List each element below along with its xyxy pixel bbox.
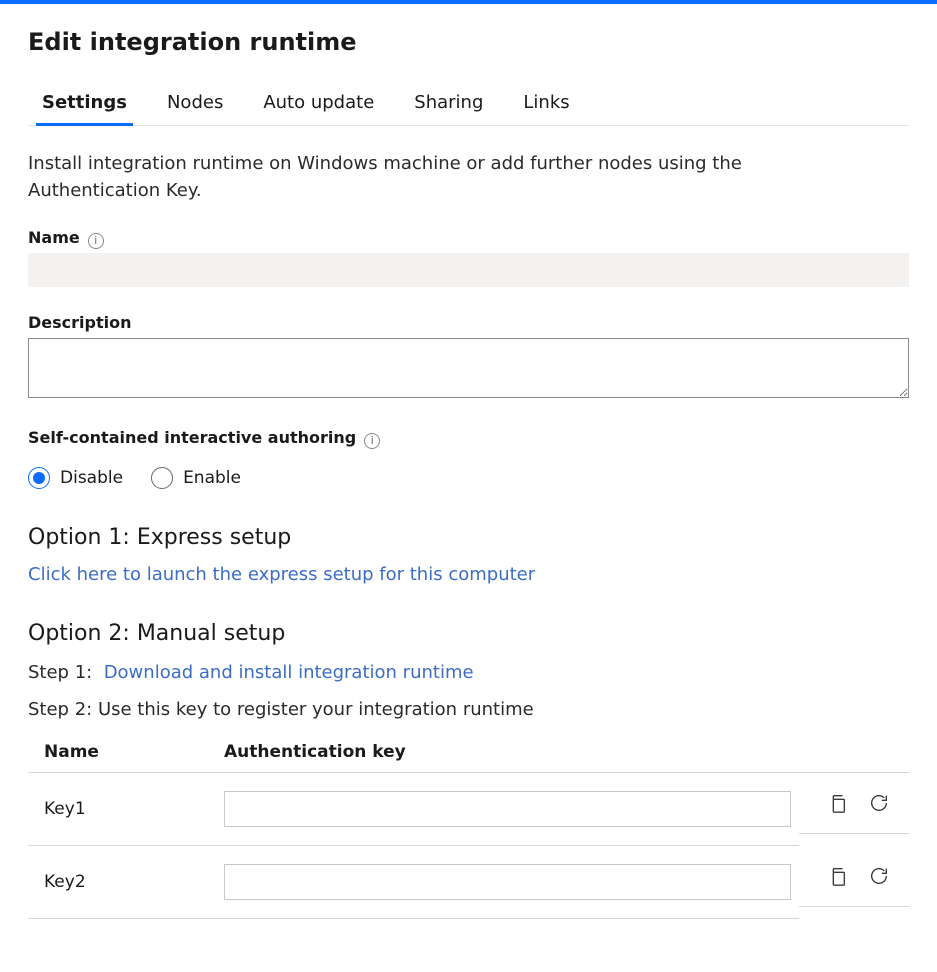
download-ir-link[interactable]: Download and install integration runtime: [104, 662, 474, 683]
scia-radio-enable[interactable]: Enable: [151, 467, 241, 489]
copy-icon[interactable]: [825, 791, 849, 815]
express-setup-link[interactable]: Click here to launch the express setup f…: [28, 564, 909, 585]
scia-radio-disable[interactable]: Disable: [28, 467, 123, 489]
tab-sharing[interactable]: Sharing: [412, 84, 485, 125]
table-row: Key2: [28, 846, 909, 919]
tab-settings[interactable]: Settings: [40, 84, 129, 125]
tab-nodes[interactable]: Nodes: [165, 84, 225, 125]
copy-icon[interactable]: [825, 864, 849, 888]
radio-label: Enable: [183, 468, 241, 488]
tab-auto-update[interactable]: Auto update: [261, 84, 376, 125]
description-label: Description: [28, 313, 131, 332]
name-label: Name: [28, 228, 80, 247]
table-col-name: Name: [28, 736, 208, 773]
radio-icon: [151, 467, 173, 489]
radio-label: Disable: [60, 468, 123, 488]
info-icon[interactable]: i: [364, 433, 380, 449]
step1-prefix: Step 1:: [28, 662, 92, 683]
name-input[interactable]: [28, 253, 909, 287]
intro-text: Install integration runtime on Windows m…: [28, 150, 808, 204]
step2-text: Step 2: Use this key to register your in…: [28, 699, 534, 720]
radio-icon: [28, 467, 50, 489]
panel-title: Edit integration runtime: [28, 28, 909, 56]
scia-label: Self-contained interactive authoring: [28, 428, 356, 447]
option1-heading: Option 1: Express setup: [28, 525, 909, 550]
auth-key-input[interactable]: [224, 864, 791, 900]
table-col-actions: [799, 736, 909, 773]
table-row: Key1: [28, 773, 909, 846]
info-icon[interactable]: i: [88, 233, 104, 249]
tabs: Settings Nodes Auto update Sharing Links: [28, 84, 909, 126]
description-input[interactable]: [28, 338, 909, 398]
key-name: Key1: [28, 773, 208, 846]
table-col-auth: Authentication key: [208, 736, 799, 773]
refresh-icon[interactable]: [867, 791, 891, 815]
auth-keys-table: Name Authentication key Key1 Key: [28, 736, 909, 919]
auth-key-input[interactable]: [224, 791, 791, 827]
tab-links[interactable]: Links: [521, 84, 571, 125]
refresh-icon[interactable]: [867, 864, 891, 888]
option2-heading: Option 2: Manual setup: [28, 621, 909, 646]
key-name: Key2: [28, 846, 208, 919]
